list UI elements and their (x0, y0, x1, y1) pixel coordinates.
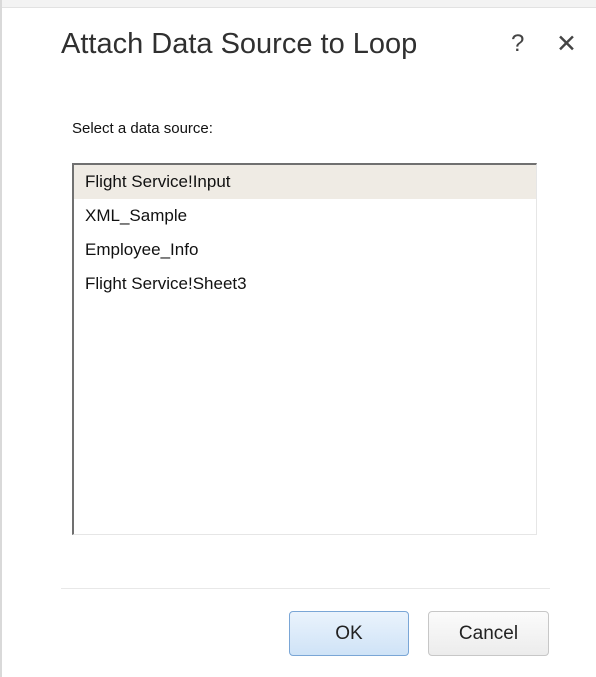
ok-button[interactable]: OK (289, 611, 409, 656)
footer-divider (61, 588, 550, 589)
select-data-source-label: Select a data source: (72, 120, 213, 137)
list-item[interactable]: Flight Service!Sheet3 (74, 267, 536, 301)
list-item[interactable]: Employee_Info (74, 233, 536, 267)
data-source-list[interactable]: Flight Service!Input XML_Sample Employee… (72, 163, 537, 535)
dialog-top-edge (0, 0, 596, 8)
dialog-left-edge (0, 0, 2, 677)
list-item[interactable]: XML_Sample (74, 199, 536, 233)
cancel-button[interactable]: Cancel (428, 611, 549, 656)
dialog-title: Attach Data Source to Loop (61, 28, 418, 60)
help-icon[interactable]: ? (511, 28, 524, 60)
list-item[interactable]: Flight Service!Input (74, 165, 536, 199)
close-icon[interactable]: ✕ (556, 28, 577, 60)
attach-data-source-dialog: Attach Data Source to Loop ? ✕ Select a … (0, 0, 596, 677)
